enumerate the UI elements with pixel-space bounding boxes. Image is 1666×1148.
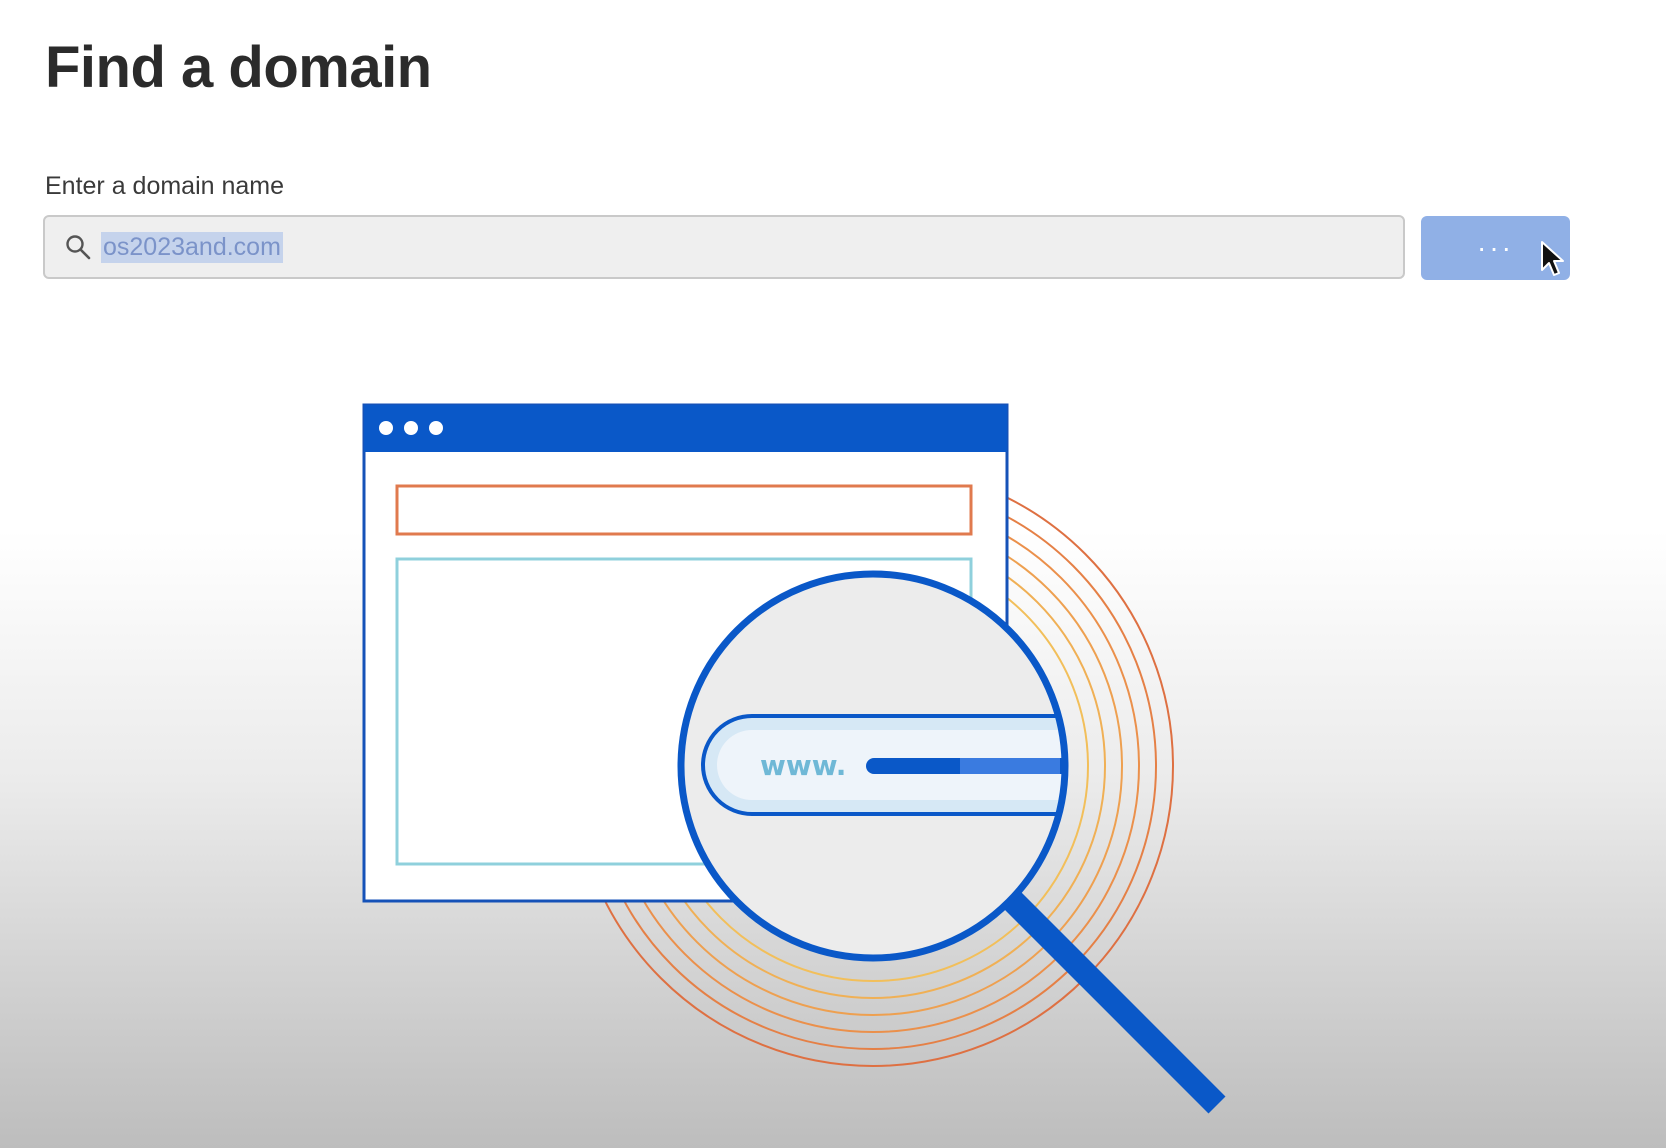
window-dot-icon	[404, 421, 418, 435]
domain-search-illustration: www.	[362, 403, 1226, 1114]
magnifier-handle	[1001, 889, 1226, 1114]
window-dot-icon	[379, 421, 393, 435]
window-dot-icon	[429, 421, 443, 435]
url-prefix-text: www.	[760, 749, 846, 782]
